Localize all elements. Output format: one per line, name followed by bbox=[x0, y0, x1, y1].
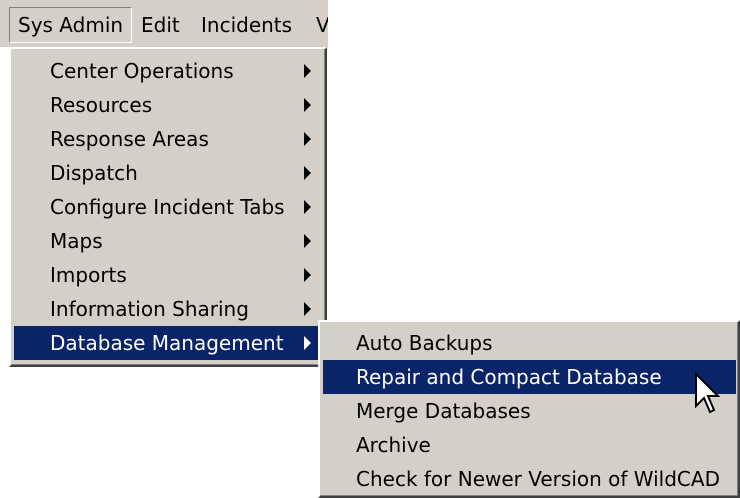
menu-item-label: Dispatch bbox=[50, 161, 138, 185]
menu-item-dispatch[interactable]: Dispatch bbox=[14, 156, 323, 190]
submenu-arrow-icon bbox=[304, 200, 311, 214]
menu-v-label: V bbox=[316, 13, 328, 37]
menu-item-label: Maps bbox=[50, 229, 103, 253]
database-management-submenu: Auto Backups Repair and Compact Database… bbox=[318, 320, 740, 498]
menu-item-merge-databases[interactable]: Merge Databases bbox=[323, 394, 736, 428]
mouse-pointer-icon bbox=[695, 372, 720, 414]
menu-item-database-management[interactable]: Database Management bbox=[14, 326, 323, 360]
menu-item-label: Database Management bbox=[50, 331, 284, 355]
menu-item-label: Auto Backups bbox=[356, 331, 493, 355]
menu-incidents[interactable]: Incidents bbox=[193, 7, 300, 43]
menu-item-information-sharing[interactable]: Information Sharing bbox=[14, 292, 323, 326]
submenu-arrow-icon bbox=[304, 132, 311, 146]
submenu-arrow-icon bbox=[304, 234, 311, 248]
menu-item-check-newer-version[interactable]: Check for Newer Version of WildCAD bbox=[323, 462, 736, 496]
menu-sys-admin-label: Sys Admin bbox=[18, 13, 124, 37]
menu-item-label: Check for Newer Version of WildCAD bbox=[356, 467, 720, 491]
menu-item-label: Imports bbox=[50, 263, 127, 287]
menu-item-archive[interactable]: Archive bbox=[323, 428, 736, 462]
menu-item-response-areas[interactable]: Response Areas bbox=[14, 122, 323, 156]
menu-item-label: Merge Databases bbox=[356, 399, 531, 423]
menu-item-label: Resources bbox=[50, 93, 153, 117]
menu-v-clipped[interactable]: V bbox=[308, 7, 328, 43]
menu-item-label: Configure Incident Tabs bbox=[50, 195, 285, 219]
submenu-arrow-icon bbox=[304, 64, 311, 78]
menu-item-resources[interactable]: Resources bbox=[14, 88, 323, 122]
menu-item-label: Center Operations bbox=[50, 59, 234, 83]
menu-incidents-label: Incidents bbox=[201, 13, 293, 37]
menu-item-label: Information Sharing bbox=[50, 297, 249, 321]
menu-item-imports[interactable]: Imports bbox=[14, 258, 323, 292]
menu-item-maps[interactable]: Maps bbox=[14, 224, 323, 258]
sys-admin-dropdown: Center Operations Resources Response Are… bbox=[9, 47, 327, 367]
menu-item-label: Archive bbox=[356, 433, 431, 457]
submenu-arrow-icon bbox=[304, 166, 311, 180]
submenu-arrow-icon bbox=[304, 336, 311, 350]
menu-edit[interactable]: Edit bbox=[133, 7, 188, 43]
menu-bar: Sys Admin Edit Incidents V bbox=[0, 0, 328, 47]
menu-sys-admin[interactable]: Sys Admin bbox=[9, 7, 133, 43]
menu-item-label: Response Areas bbox=[50, 127, 209, 151]
submenu-arrow-icon bbox=[304, 98, 311, 112]
menu-edit-label: Edit bbox=[141, 13, 180, 37]
submenu-arrow-icon bbox=[304, 268, 311, 282]
menu-item-auto-backups[interactable]: Auto Backups bbox=[323, 326, 736, 360]
submenu-arrow-icon bbox=[304, 302, 311, 316]
menu-item-center-operations[interactable]: Center Operations bbox=[14, 54, 323, 88]
menu-item-configure-incident-tabs[interactable]: Configure Incident Tabs bbox=[14, 190, 323, 224]
menu-item-label: Repair and Compact Database bbox=[356, 365, 662, 389]
menu-item-repair-compact-database[interactable]: Repair and Compact Database bbox=[323, 360, 736, 394]
